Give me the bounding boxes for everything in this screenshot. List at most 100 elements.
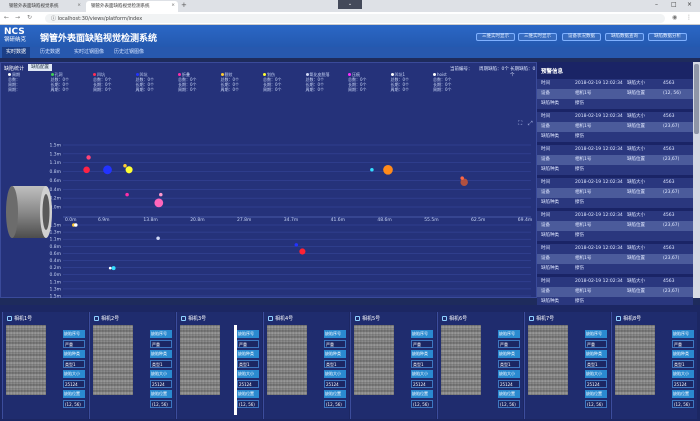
warning-field-time: 2018-02-19 12:02:34 bbox=[575, 180, 623, 185]
camera-image[interactable] bbox=[615, 325, 655, 395]
data-point bbox=[125, 166, 133, 174]
url-text: localhost:30/views/platform/index bbox=[57, 16, 143, 22]
camera-icon bbox=[529, 316, 534, 321]
warning-field-pos-label: 缺陷位置 bbox=[627, 289, 645, 294]
browser-tab-2[interactable]: 钢管外表面缺陷视觉检测系统 × bbox=[86, 1, 178, 12]
new-tab-icon[interactable]: + bbox=[181, 1, 187, 9]
camera-card-8: 相机8号 缺陷序号 严重 缺陷种类 类型1 缺陷大小 25124 缺陷位置 (12, 56) bbox=[611, 312, 697, 419]
back-icon[interactable]: ← bbox=[4, 14, 9, 21]
camera-icon bbox=[355, 316, 360, 321]
scrollbar-thumb[interactable] bbox=[694, 64, 699, 134]
camera-card-7: 相机7号 缺陷序号 严重 缺陷种类 类型1 缺陷大小 25124 缺陷位置 (12, 56) bbox=[524, 312, 610, 419]
tab-realtime-images[interactable]: 实时过钢图像 bbox=[70, 47, 108, 58]
window-close-icon[interactable]: × bbox=[687, 1, 692, 8]
warning-field-dev-label: 设备 bbox=[541, 91, 550, 96]
camera-info-item: (12, 56) bbox=[585, 400, 607, 408]
camera-title: 相机6号 bbox=[442, 315, 467, 322]
menu-icon[interactable]: ⋮ bbox=[686, 14, 692, 21]
app-title: 钢管外表面缺陷视觉检测系统 bbox=[40, 34, 158, 44]
data-point bbox=[156, 236, 160, 241]
header-button-query[interactable]: 缺陷数据查询 bbox=[605, 33, 644, 41]
y-tick-label: 0.0m bbox=[49, 272, 61, 278]
camera-icon bbox=[94, 316, 99, 321]
camera-name: 相机4号 bbox=[275, 316, 294, 322]
tab-realtime-data[interactable]: 实时数据 bbox=[2, 47, 31, 58]
camera-image[interactable] bbox=[180, 325, 220, 395]
warning-row: 设备 相机1号 缺陷位置 (23,67) bbox=[537, 221, 693, 231]
tab-history-data[interactable]: 历史数据 bbox=[36, 47, 64, 58]
warning-field-pos: (23,67) bbox=[663, 124, 680, 129]
info-icon: ⓘ bbox=[51, 16, 58, 22]
camera-info-item: 缺陷种类 bbox=[63, 350, 85, 358]
camera-info-item: (12, 56) bbox=[411, 400, 433, 408]
warning-scrollbar[interactable] bbox=[693, 62, 700, 298]
header-button-3d-1[interactable]: 三维实时显示 bbox=[476, 33, 515, 41]
url-input[interactable]: ⓘ localhost:30/views/platform/index bbox=[45, 14, 665, 23]
header-button-analysis[interactable]: 缺陷数据分析 bbox=[648, 33, 687, 41]
warning-row: 设备 相机1号 缺陷位置 (23,67) bbox=[537, 122, 693, 132]
y-tick-label: 1.5m bbox=[49, 143, 61, 149]
close-icon[interactable]: × bbox=[171, 3, 175, 8]
warning-row: 设备 相机1号 缺陷位置 (23,67) bbox=[537, 254, 693, 264]
reload-icon[interactable]: ↻ bbox=[27, 14, 32, 21]
data-point bbox=[299, 248, 306, 255]
tab-history-images[interactable]: 历史过钢图像 bbox=[110, 47, 148, 58]
warning-field-dev: 相机1号 bbox=[575, 256, 592, 261]
header-button-3d-2[interactable]: 三维实时显示 bbox=[518, 33, 557, 41]
defect-chart-panel: 缺陷统计 缺陷配置 当前编号： 周期缺陷：0个 长期缺陷：0个 周期 总数： 周期：… bbox=[0, 62, 537, 299]
camera-image[interactable] bbox=[528, 325, 568, 395]
warning-field-dev-label: 设备 bbox=[541, 256, 550, 261]
y-tick-label: 1.3m bbox=[49, 151, 61, 157]
chevron-down-icon[interactable]: ⌄ bbox=[338, 0, 362, 9]
camera-info-item: 类型1 bbox=[63, 360, 85, 368]
camera-title: 相机1号 bbox=[7, 315, 32, 322]
camera-info-item: 缺陷大小 bbox=[672, 370, 694, 378]
warning-field-dev: 相机1号 bbox=[575, 157, 592, 162]
data-point bbox=[86, 155, 91, 160]
camera-info-item: 25124 bbox=[63, 380, 85, 388]
warning-field-time: 2018-02-19 12:02:34 bbox=[575, 279, 623, 284]
fullscreen-icon[interactable]: ⛶ bbox=[518, 120, 522, 128]
warning-field-pos-label: 缺陷位置 bbox=[627, 124, 645, 129]
browser-tab-1[interactable]: 钢管外表面缺陷视觉系统 × bbox=[4, 1, 84, 12]
camera-info-item: (12, 56) bbox=[237, 400, 259, 408]
sub-nav: 实时数据 历史数据 实时过钢图像 历史过钢图像 bbox=[0, 47, 700, 58]
camera-info: 缺陷序号 严重 缺陷种类 类型1 缺陷大小 25124 缺陷位置 (12, 56) bbox=[63, 330, 85, 410]
expand-icon[interactable]: ⤢ bbox=[528, 120, 533, 128]
camera-info: 缺陷序号 严重 缺陷种类 类型1 缺陷大小 25124 缺陷位置 (12, 56) bbox=[585, 330, 607, 410]
camera-card-4: 相机4号 缺陷序号 严重 缺陷种类 类型1 缺陷大小 25124 缺陷位置 (12, 56) bbox=[263, 312, 349, 419]
warning-row: 时间 2018-02-19 12:02:34 缺陷大小 4563 bbox=[537, 112, 693, 122]
camera-image[interactable] bbox=[441, 325, 481, 395]
camera-title: 相机8号 bbox=[616, 315, 641, 322]
camera-info-item: 缺陷序号 bbox=[411, 330, 433, 338]
header-button-device[interactable]: 设备状况数据 bbox=[562, 33, 601, 41]
warning-field-time-label: 时间 bbox=[541, 246, 550, 251]
data-point bbox=[159, 192, 163, 197]
warning-row: 时间 2018-02-19 12:02:34 缺陷大小 4563 bbox=[537, 211, 693, 221]
warning-row: 时间 2018-02-19 12:02:34 缺陷大小 4563 bbox=[537, 145, 693, 155]
warning-field-pos-label: 缺陷位置 bbox=[627, 190, 645, 195]
warning-field-type-label: 缺陷种类 bbox=[541, 233, 559, 238]
warning-field-dev: 相机1号 bbox=[575, 223, 592, 228]
camera-info: 缺陷序号 严重 缺陷种类 类型1 缺陷大小 25124 缺陷位置 (12, 56) bbox=[150, 330, 172, 410]
warning-field-pos-label: 缺陷位置 bbox=[627, 223, 645, 228]
close-icon[interactable]: × bbox=[77, 3, 81, 8]
camera-info-item: 缺陷大小 bbox=[585, 370, 607, 378]
camera-title: 相机3号 bbox=[181, 315, 206, 322]
x-tick-label: 41.6m bbox=[331, 217, 345, 223]
camera-info-item: 缺陷位置 bbox=[237, 390, 259, 398]
camera-info-item: 缺陷序号 bbox=[585, 330, 607, 338]
warning-row: 设备 相机1号 缺陷位置 (23,67) bbox=[537, 155, 693, 165]
profile-icon[interactable]: ◉ bbox=[672, 14, 677, 21]
warning-field-size-label: 缺陷大小 bbox=[627, 81, 645, 86]
minimize-icon[interactable]: – bbox=[655, 1, 658, 8]
camera-info-item: 25124 bbox=[150, 380, 172, 388]
camera-image[interactable] bbox=[267, 325, 307, 395]
camera-info: 缺陷序号 严重 缺陷种类 类型1 缺陷大小 25124 缺陷位置 (12, 56) bbox=[498, 330, 520, 410]
camera-image[interactable] bbox=[354, 325, 394, 395]
x-tick-label: 34.7m bbox=[284, 217, 298, 223]
camera-image[interactable] bbox=[93, 325, 133, 395]
maximize-icon[interactable]: □ bbox=[671, 1, 677, 8]
camera-image[interactable] bbox=[6, 325, 46, 395]
forward-icon[interactable]: → bbox=[15, 14, 20, 21]
